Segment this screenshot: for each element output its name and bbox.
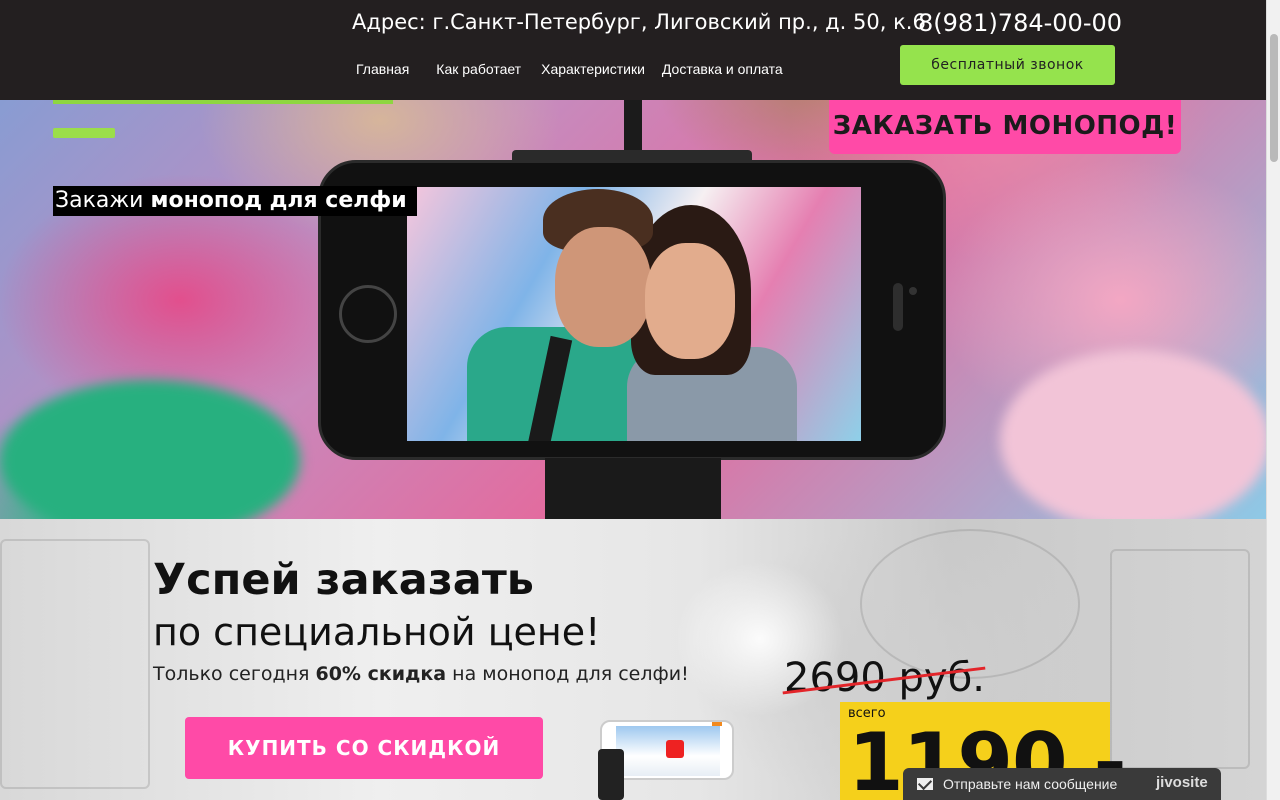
chat-message-label: Отправьте нам сообщение — [943, 776, 1118, 792]
nav-item-how-it-works[interactable]: Как работает — [436, 61, 521, 77]
hero-bg-shape — [0, 380, 300, 519]
promo-bg-deco — [0, 539, 150, 789]
product-phone-skier — [666, 740, 684, 758]
nav-item-specifications[interactable]: Характеристики — [541, 61, 645, 77]
order-monopod-button[interactable]: ЗАКАЗАТЬ МОНОПОД! — [829, 96, 1181, 154]
chat-widget[interactable]: Отправьте нам сообщение jivosite — [903, 768, 1221, 800]
scrollbar-thumb[interactable] — [1270, 34, 1278, 162]
promo-discount-text: Только сегодня 60% скидка на монопод для… — [153, 663, 689, 685]
selfie-stick-handle — [545, 458, 721, 519]
promo-subtitle: по специальной цене! — [153, 610, 601, 654]
hero-caption-plain: Закажи — [55, 188, 151, 213]
page-scrollbar[interactable] — [1266, 0, 1280, 800]
buy-discount-button[interactable]: КУПИТЬ СО СКИДКОЙ — [185, 717, 543, 779]
promo-bg-deco — [1110, 549, 1250, 769]
free-call-button[interactable]: бесплатный звонок — [900, 45, 1115, 85]
hero-bg-shape — [1000, 350, 1266, 519]
nav-item-home[interactable]: Главная — [356, 61, 409, 77]
photo-face-man — [555, 227, 651, 347]
promo-section: Успей заказать по специальной цене! Толь… — [0, 519, 1266, 800]
promo-discount-after: на монопод для селфи! — [446, 663, 689, 685]
phone-speaker — [893, 283, 903, 331]
promo-discount-bold: 60% скидка — [315, 663, 447, 685]
chat-brand-logo: jivosite — [1156, 774, 1208, 791]
hero-caption: Закажи монопод для селфи — [53, 186, 417, 216]
phone-camera — [909, 287, 917, 295]
product-stick-image — [598, 749, 624, 800]
hero-caption-bold: монопод для селфи — [150, 188, 407, 213]
phone-screen-photo — [407, 187, 861, 441]
old-price: 2690 руб. — [782, 655, 986, 701]
hero-accent-small — [53, 128, 115, 138]
promo-discount-before: Только сегодня — [153, 663, 316, 685]
main-nav: Главная Как работает Характеристики Дост… — [356, 61, 783, 77]
envelope-icon — [917, 778, 933, 790]
photo-face-woman — [645, 243, 735, 359]
address-text: Адрес: г.Санкт-Петербург, Лиговский пр.,… — [352, 10, 926, 34]
product-phone-button — [712, 722, 722, 726]
phone-number[interactable]: 8(981)784-00-00 — [918, 9, 1122, 37]
phone-home-button — [339, 285, 397, 343]
nav-item-delivery[interactable]: Доставка и оплата — [662, 61, 783, 77]
site-header: Адрес: г.Санкт-Петербург, Лиговский пр.,… — [0, 0, 1266, 100]
promo-title: Успей заказать — [153, 555, 534, 605]
